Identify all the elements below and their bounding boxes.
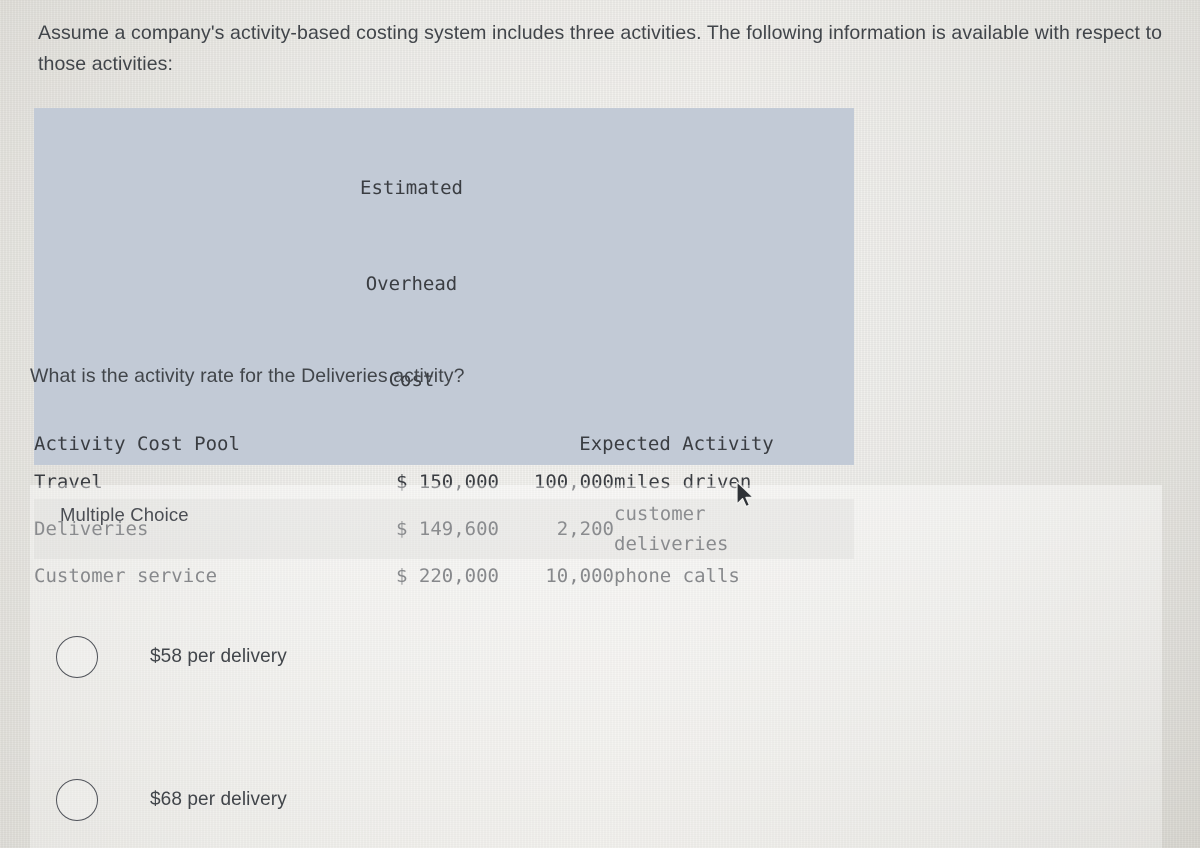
question-stem: Assume a company's activity-based costin… (38, 22, 1163, 75)
table-header-row: Activity Cost Pool Estimated Overhead Co… (34, 108, 854, 465)
radio-button-icon[interactable] (56, 779, 98, 821)
column-header-expected-activity: Expected Activity (499, 108, 854, 465)
column-header-activity-cost-pool: Activity Cost Pool (34, 108, 324, 465)
column-header-cost-line-2: Overhead (365, 273, 458, 295)
column-header-estimated-overhead-cost: Estimated Overhead Cost (324, 108, 499, 465)
answer-option-1[interactable]: $58 per delivery (56, 629, 1116, 685)
column-header-cost-line-1: Estimated (360, 177, 463, 199)
table-header: Activity Cost Pool Estimated Overhead Co… (34, 108, 854, 465)
answer-option-label: $68 per delivery (150, 789, 287, 810)
answer-option-label: $58 per delivery (150, 646, 287, 667)
question-prompt: What is the activity rate for the Delive… (30, 365, 465, 387)
radio-button-icon[interactable] (56, 636, 98, 678)
question-type-label: Multiple Choice (60, 504, 189, 525)
answer-option-2[interactable]: $68 per delivery (56, 772, 1116, 828)
mouse-pointer-icon (736, 481, 754, 508)
